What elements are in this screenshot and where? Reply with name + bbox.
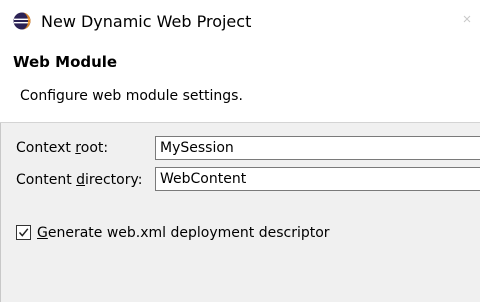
page-description: Configure web module settings. xyxy=(20,88,243,104)
context-root-label: Context root: xyxy=(16,140,109,156)
title-bar[interactable]: New Dynamic Web Project xyxy=(0,0,480,44)
header-banner: Web Module Configure web module settings… xyxy=(0,44,480,123)
close-icon[interactable] xyxy=(460,10,480,30)
content-directory-label: Content directory: xyxy=(16,172,143,188)
page-title: Web Module xyxy=(13,53,118,71)
generate-descriptor-label[interactable]: Generate web.xml deployment descriptor xyxy=(37,223,330,243)
window-title: New Dynamic Web Project xyxy=(41,12,252,31)
dialog-window: New Dynamic Web Project Web Module Confi… xyxy=(0,0,480,302)
generate-descriptor-checkbox[interactable] xyxy=(16,225,31,240)
left-border xyxy=(0,123,1,302)
content-directory-field[interactable]: WebContent xyxy=(155,167,480,191)
checkmark-icon xyxy=(18,228,29,237)
context-root-field[interactable]: MySession xyxy=(155,136,480,160)
eclipse-icon xyxy=(13,12,31,30)
